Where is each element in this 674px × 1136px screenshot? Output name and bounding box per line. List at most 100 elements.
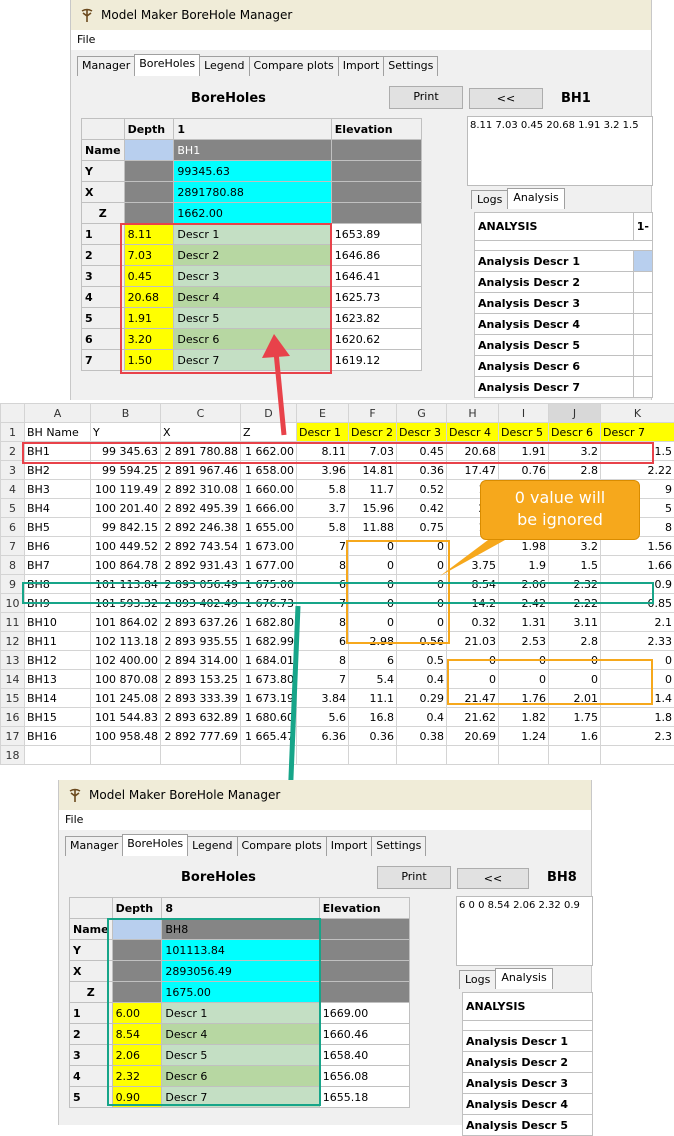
data-cell[interactable]: 102 400.00	[91, 651, 161, 670]
data-cell[interactable]: 1 658.00	[241, 461, 297, 480]
data-cell[interactable]: 0	[349, 575, 397, 594]
analysis-cell[interactable]	[633, 377, 652, 398]
empty-cell[interactable]	[447, 746, 499, 765]
data-cell[interactable]: 0.75	[397, 518, 447, 537]
elevation-cell[interactable]: 1620.62	[331, 329, 421, 350]
data-cell[interactable]: 0.32	[447, 613, 499, 632]
data-cell[interactable]: 2 892 931.43	[161, 556, 241, 575]
data-cell[interactable]: 1.4	[601, 689, 674, 708]
data-cell[interactable]: 100 449.52	[91, 537, 161, 556]
data-cell[interactable]: 2.1	[601, 613, 674, 632]
data-cell[interactable]: 3.75	[447, 556, 499, 575]
tab-manager[interactable]: Manager	[77, 56, 135, 76]
data-cell[interactable]: 14.2	[447, 594, 499, 613]
data-cell[interactable]: 1 682.99	[241, 632, 297, 651]
empty-cell[interactable]	[25, 746, 91, 765]
data-cell[interactable]: 2 891 967.46	[161, 461, 241, 480]
data-cell[interactable]: 1.5	[601, 442, 674, 461]
descr-cell[interactable]: Descr 1	[174, 224, 331, 245]
data-cell[interactable]: 0.29	[397, 689, 447, 708]
print-button[interactable]: Print	[389, 86, 463, 109]
data-cell[interactable]: 5.4	[349, 670, 397, 689]
data-cell[interactable]: 100 119.49	[91, 480, 161, 499]
descr-cell[interactable]: Descr 2	[174, 245, 331, 266]
data-cell[interactable]: 1 673.80	[241, 670, 297, 689]
data-cell[interactable]: 100 864.78	[91, 556, 161, 575]
analysis-cell[interactable]	[633, 272, 652, 293]
depth-cell[interactable]: 3.20	[124, 329, 174, 350]
analysis-cell[interactable]	[633, 314, 652, 335]
data-cell[interactable]: BH8	[25, 575, 91, 594]
data-cell[interactable]: 1 675.00	[241, 575, 297, 594]
column-header[interactable]: A	[25, 404, 91, 423]
tab-settings[interactable]: Settings	[371, 836, 426, 856]
empty-cell[interactable]	[397, 746, 447, 765]
data-cell[interactable]: 16.8	[349, 708, 397, 727]
data-cell[interactable]: 8	[297, 613, 349, 632]
data-cell[interactable]: 0.9	[601, 575, 674, 594]
data-cell[interactable]: 11.7	[349, 480, 397, 499]
row-header[interactable]: 9	[1, 575, 25, 594]
data-cell[interactable]: 1.8	[601, 708, 674, 727]
data-cell[interactable]: 99 842.15	[91, 518, 161, 537]
data-cell[interactable]: 2 893 333.39	[161, 689, 241, 708]
data-cell[interactable]: BH14	[25, 689, 91, 708]
data-cell[interactable]: 0	[397, 575, 447, 594]
depth-cell[interactable]: 20.68	[124, 287, 174, 308]
data-cell[interactable]: 1 665.47	[241, 727, 297, 746]
descr-cell[interactable]: Descr 7	[174, 350, 331, 371]
data-cell[interactable]: 3.11	[549, 613, 601, 632]
data-cell[interactable]: 2.3	[601, 727, 674, 746]
data-cell[interactable]: 1.9	[499, 556, 549, 575]
elevation-cell[interactable]: 1646.86	[331, 245, 421, 266]
row-header[interactable]: 14	[1, 670, 25, 689]
x-cell[interactable]: 2893056.49	[162, 961, 319, 982]
column-header[interactable]: F	[349, 404, 397, 423]
prev-button[interactable]: <<	[457, 868, 529, 889]
data-cell[interactable]: 8	[297, 651, 349, 670]
row-header[interactable]: 6	[1, 518, 25, 537]
data-cell[interactable]: 0.4	[397, 708, 447, 727]
data-cell[interactable]: 0	[349, 613, 397, 632]
data-cell[interactable]: 5.8	[297, 480, 349, 499]
depth-cell[interactable]: 8.11	[124, 224, 174, 245]
data-cell[interactable]: 2.06	[499, 575, 549, 594]
header-cell[interactable]: Descr 5	[499, 423, 549, 442]
depth-cell[interactable]: 8.54	[112, 1024, 162, 1045]
menu-file[interactable]: File	[77, 33, 95, 46]
data-cell[interactable]: 7	[297, 594, 349, 613]
data-cell[interactable]: 1 660.00	[241, 480, 297, 499]
tab-analysis[interactable]: Analysis	[495, 968, 552, 989]
tab-legend[interactable]: Legend	[187, 836, 237, 856]
data-cell[interactable]: 101 593.32	[91, 594, 161, 613]
data-cell[interactable]: 0	[549, 651, 601, 670]
elevation-cell[interactable]: 1625.73	[331, 287, 421, 308]
data-cell[interactable]: 21.62	[447, 708, 499, 727]
y-cell[interactable]: 99345.63	[174, 161, 331, 182]
data-cell[interactable]: 0	[447, 651, 499, 670]
data-cell[interactable]: 21.47	[447, 689, 499, 708]
column-header[interactable]: B	[91, 404, 161, 423]
tab-logs[interactable]: Logs	[459, 970, 496, 989]
data-cell[interactable]: 2.22	[601, 461, 674, 480]
data-cell[interactable]: BH9	[25, 594, 91, 613]
column-header[interactable]: C	[161, 404, 241, 423]
menu-file[interactable]: File	[65, 813, 83, 826]
data-cell[interactable]: 6.36	[297, 727, 349, 746]
values-memo[interactable]: 6 0 0 8.54 2.06 2.32 0.9	[456, 896, 593, 966]
data-cell[interactable]: 2 892 495.39	[161, 499, 241, 518]
data-cell[interactable]: 2 893 935.55	[161, 632, 241, 651]
data-cell[interactable]: 101 864.02	[91, 613, 161, 632]
data-cell[interactable]: 21.03	[447, 632, 499, 651]
data-cell[interactable]: 8.11	[297, 442, 349, 461]
descr-cell[interactable]: Descr 5	[162, 1045, 319, 1066]
data-cell[interactable]: 1.31	[499, 613, 549, 632]
row-header[interactable]: 17	[1, 727, 25, 746]
data-cell[interactable]: 2.53	[499, 632, 549, 651]
header-cell[interactable]: Descr 4	[447, 423, 499, 442]
empty-cell[interactable]	[549, 746, 601, 765]
elevation-cell[interactable]: 1658.40	[319, 1045, 409, 1066]
data-cell[interactable]: 102 113.18	[91, 632, 161, 651]
tab-compare-plots[interactable]: Compare plots	[249, 56, 339, 76]
data-cell[interactable]: 0	[601, 651, 674, 670]
